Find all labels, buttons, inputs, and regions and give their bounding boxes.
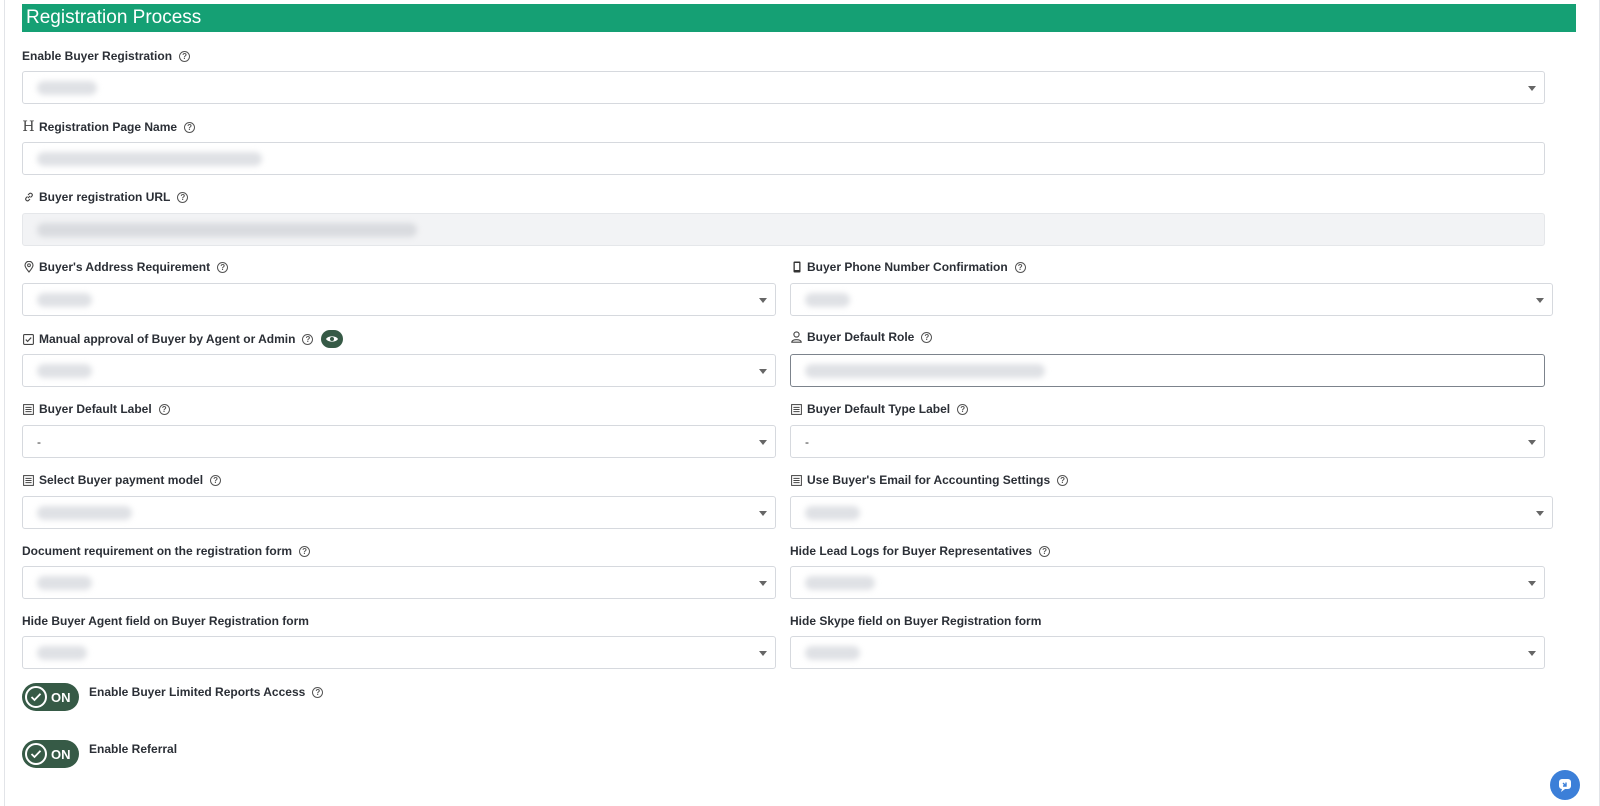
- blurred-value: [37, 80, 97, 95]
- chevron-down-icon: [759, 511, 767, 516]
- chevron-down-icon: [759, 651, 767, 656]
- question-circle-icon[interactable]: ?: [921, 331, 933, 343]
- list-icon: [22, 403, 35, 415]
- blurred-value: [805, 363, 1045, 378]
- chevron-down-icon: [1528, 86, 1536, 91]
- blurred-value: [37, 575, 92, 590]
- question-circle-icon[interactable]: ?: [1014, 261, 1026, 273]
- blurred-value: [37, 363, 92, 378]
- buyer-default-type-label-select[interactable]: -: [790, 425, 1545, 458]
- chat-icon[interactable]: [1550, 770, 1580, 800]
- blurred-value: [805, 292, 850, 307]
- chevron-down-icon: [1528, 581, 1536, 586]
- enable-buyer-registration-select[interactable]: [22, 71, 1545, 104]
- document-requirement-label: Document requirement on the registration…: [22, 544, 311, 558]
- buyer-default-label-select[interactable]: -: [22, 425, 776, 458]
- chevron-down-icon: [1528, 440, 1536, 445]
- enable-buyer-registration-label: Enable Buyer Registration ?: [22, 49, 191, 63]
- section-title: Registration Process: [26, 7, 202, 28]
- chevron-down-icon: [759, 298, 767, 303]
- checkbox-icon: [22, 333, 35, 345]
- eye-icon[interactable]: [321, 330, 344, 348]
- buyer-phone-confirmation-label: Buyer Phone Number Confirmation ?: [790, 260, 1026, 274]
- section-header: Registration Process: [22, 4, 1576, 32]
- toggle-state: ON: [51, 746, 71, 762]
- question-circle-icon[interactable]: ?: [179, 50, 191, 62]
- hide-buyer-agent-field-label: Hide Buyer Agent field on Buyer Registra…: [22, 614, 309, 628]
- referral-label: Enable Referral: [89, 742, 178, 756]
- blurred-value: [37, 151, 262, 166]
- blurred-value: [37, 292, 92, 307]
- question-circle-icon[interactable]: ?: [210, 474, 222, 486]
- question-circle-icon[interactable]: ?: [1057, 474, 1069, 486]
- toggle-state: ON: [51, 689, 71, 705]
- buyer-registration-url-label: Buyer registration URL ?: [22, 190, 189, 204]
- buyer-default-label-label: Buyer Default Label ?: [22, 402, 170, 416]
- use-buyer-email-accounting-label: Use Buyer's Email for Accounting Setting…: [790, 473, 1069, 487]
- document-requirement-select[interactable]: [22, 566, 776, 599]
- select-buyer-payment-model-label: Select Buyer payment model ?: [22, 473, 222, 487]
- hide-buyer-agent-field-select[interactable]: [22, 636, 776, 669]
- hide-skype-field-select[interactable]: [790, 636, 1545, 669]
- user-icon: [790, 331, 803, 343]
- question-circle-icon[interactable]: ?: [184, 121, 196, 133]
- hide-lead-logs-label: Hide Lead Logs for Buyer Representatives…: [790, 544, 1051, 558]
- list-icon: [790, 403, 803, 415]
- use-buyer-email-accounting-select[interactable]: [790, 496, 1553, 529]
- selected-value: -: [37, 434, 41, 449]
- blurred-value: [37, 222, 417, 237]
- buyer-phone-confirmation-select[interactable]: [790, 283, 1553, 316]
- registration-page-name-label: H Registration Page Name ?: [22, 119, 196, 135]
- question-circle-icon[interactable]: ?: [312, 686, 324, 698]
- blurred-value: [805, 505, 860, 520]
- buyer-default-type-label-label: Buyer Default Type Label ?: [790, 402, 969, 416]
- manual-approval-select[interactable]: [22, 354, 776, 387]
- blurred-value: [37, 505, 132, 520]
- chevron-down-icon: [1528, 651, 1536, 656]
- limited-reports-toggle[interactable]: ON: [22, 683, 79, 711]
- chevron-down-icon: [759, 581, 767, 586]
- selected-value: -: [805, 434, 809, 449]
- buyer-address-requirement-select[interactable]: [22, 283, 776, 316]
- hide-lead-logs-select[interactable]: [790, 566, 1545, 599]
- chevron-down-icon: [759, 440, 767, 445]
- buyer-default-role-label: Buyer Default Role ?: [790, 330, 933, 344]
- link-icon: [22, 191, 35, 203]
- question-circle-icon[interactable]: ?: [302, 333, 314, 345]
- registration-page-name-input[interactable]: [22, 142, 1545, 175]
- select-buyer-payment-model-select[interactable]: [22, 496, 776, 529]
- chevron-down-icon: [1536, 298, 1544, 303]
- map-pin-icon: [22, 261, 35, 273]
- question-circle-icon[interactable]: ?: [217, 261, 229, 273]
- buyer-default-role-input[interactable]: [790, 354, 1545, 387]
- heading-icon: H: [22, 119, 35, 135]
- hide-skype-field-label: Hide Skype field on Buyer Registration f…: [790, 614, 1042, 628]
- question-circle-icon[interactable]: ?: [299, 545, 311, 557]
- blurred-value: [805, 575, 875, 590]
- chevron-down-icon: [759, 369, 767, 374]
- question-circle-icon[interactable]: ?: [177, 191, 189, 203]
- question-circle-icon[interactable]: ?: [1039, 545, 1051, 557]
- buyer-registration-url-field[interactable]: [22, 213, 1545, 246]
- blurred-value: [805, 645, 860, 660]
- question-circle-icon[interactable]: ?: [158, 403, 170, 415]
- mobile-phone-icon: [790, 261, 803, 273]
- chevron-down-icon: [1536, 511, 1544, 516]
- check-circle-icon: [25, 743, 47, 765]
- manual-approval-label: Manual approval of Buyer by Agent or Adm…: [22, 330, 344, 348]
- list-icon: [790, 474, 803, 486]
- buyer-address-requirement-label: Buyer's Address Requirement ?: [22, 260, 229, 274]
- question-circle-icon[interactable]: ?: [957, 403, 969, 415]
- list-icon: [22, 474, 35, 486]
- check-circle-icon: [25, 686, 47, 708]
- limited-reports-label: Enable Buyer Limited Reports Access ?: [89, 685, 324, 699]
- referral-toggle[interactable]: ON: [22, 740, 79, 768]
- blurred-value: [37, 645, 87, 660]
